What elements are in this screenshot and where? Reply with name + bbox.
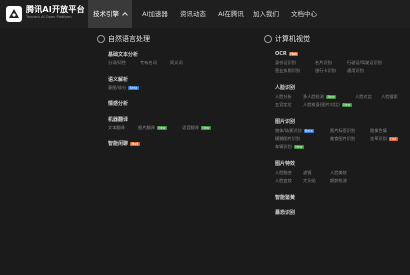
- item-text-translation[interactable]: 文本翻译: [108, 125, 125, 131]
- item-speech-translation-label: 语音翻译: [182, 125, 199, 130]
- cat-porn-filter[interactable]: 智能鉴黄: [275, 194, 295, 201]
- nav-ai-accelerator[interactable]: AI加速器: [138, 0, 172, 28]
- item-image-translation-label: 图片翻译: [138, 125, 155, 130]
- cat-image-recognition[interactable]: 图片识别: [275, 118, 295, 125]
- cv-icon: [264, 35, 272, 43]
- item-porn-detect[interactable]: 图像色情: [370, 128, 387, 134]
- new-badge: New: [341, 102, 352, 107]
- item-image-tag[interactable]: 图片标签识别: [330, 128, 355, 134]
- item-general-ocr[interactable]: 通用识别: [347, 68, 364, 74]
- item-sticker[interactable]: 大头贴: [303, 178, 316, 184]
- nav-join-us[interactable]: 加入我们: [251, 0, 281, 28]
- new-badge: New: [293, 144, 304, 149]
- item-flower-detect[interactable]: 花草识别 Hot: [370, 136, 398, 142]
- item-synonym[interactable]: 同义词: [170, 60, 183, 66]
- nlp-icon: [97, 35, 105, 43]
- item-vehicle-detect-label: 车辆识别: [275, 144, 292, 149]
- item-intent[interactable]: 意图/成分 Beta: [108, 85, 139, 91]
- item-image-translation[interactable]: 图片翻译 New: [138, 125, 167, 131]
- item-segmentation[interactable]: 分词/词性: [108, 60, 126, 66]
- cat-smart-chat[interactable]: 智能闲聊 Hot: [108, 140, 140, 147]
- item-face-transform[interactable]: 人脸变妆: [275, 178, 292, 184]
- item-object-scene[interactable]: 物体/场景识别 Beta: [275, 128, 315, 134]
- cat-smart-chat-label: 智能闲聊: [108, 141, 129, 147]
- item-vehicle-detect[interactable]: 车辆识别 New: [275, 144, 304, 150]
- brand-subtitle: Tencent AI Open Platform: [26, 15, 72, 19]
- item-driver-license[interactable]: 行驶证/驾驶证识别: [347, 60, 382, 66]
- cat-basic-text-analysis[interactable]: 基础文本分析: [108, 51, 138, 58]
- item-business-card[interactable]: 名片识别: [315, 60, 332, 66]
- hot-badge: Hot: [130, 141, 140, 146]
- item-landmark[interactable]: 五官定位: [275, 102, 292, 108]
- item-flower-detect-label: 花草识别: [370, 136, 387, 141]
- item-multi-face-detect[interactable]: 多人脸检测 New: [303, 94, 337, 100]
- item-object-scene-label: 物体/场景识别: [275, 128, 302, 133]
- top-navigation-bar: 腾讯AI开放平台 Tencent AI Open Platform 技术引擎 A…: [0, 0, 410, 28]
- new-badge: New: [325, 94, 337, 99]
- item-speech-translation[interactable]: 语音翻译 New: [182, 125, 211, 131]
- item-face-compare[interactable]: 人脸对比: [355, 94, 372, 100]
- item-face-search[interactable]: 人脸搜索: [381, 94, 398, 100]
- tencent-ai-logo-icon: [6, 6, 22, 22]
- cv-title: 计算机视觉: [275, 35, 310, 43]
- item-id-card[interactable]: 身份证识别: [275, 60, 296, 66]
- item-face-verify-label: 人脸核身(图片对比): [303, 102, 340, 107]
- beta-badge: Beta: [303, 128, 315, 133]
- beta-badge: Beta: [128, 85, 139, 90]
- item-intent-label: 意图/成分: [108, 85, 127, 90]
- item-food-detect[interactable]: 美食图片识别: [330, 136, 355, 142]
- brand-logo[interactable]: 腾讯AI开放平台 Tencent AI Open Platform: [5, 4, 85, 24]
- new-badge: New: [200, 125, 211, 130]
- cat-ocr[interactable]: OCR Hot: [275, 51, 299, 57]
- cat-image-effects[interactable]: 图片特效: [275, 160, 295, 167]
- nav-tech-engine[interactable]: 技术引擎: [88, 0, 132, 28]
- nlp-title: 自然语言处理: [108, 35, 150, 43]
- item-multi-face-detect-label: 多人脸检测: [303, 94, 324, 99]
- nav-tech-engine-label: 技术引擎: [93, 10, 119, 18]
- item-bank-card[interactable]: 银行卡识别: [315, 68, 336, 74]
- nav-news[interactable]: 资讯动态: [176, 0, 210, 28]
- new-badge: New: [156, 125, 167, 130]
- cat-sentiment-analysis[interactable]: 情感分析: [108, 100, 128, 107]
- item-face-merge[interactable]: 人脸融合: [275, 170, 292, 176]
- cat-machine-translation[interactable]: 机器翻译: [108, 116, 128, 123]
- hot-badge: Hot: [388, 136, 398, 141]
- cat-ocr-label: OCR: [275, 51, 287, 57]
- cat-terror-detect[interactable]: 暴恐识别: [275, 209, 295, 216]
- item-age-detect[interactable]: 颜龄检测: [330, 178, 347, 184]
- chevron-up-icon: [122, 12, 128, 18]
- brand-name: 腾讯AI开放平台: [26, 5, 85, 14]
- item-face-makeup[interactable]: 人脸美妆: [330, 170, 347, 176]
- item-proper-noun[interactable]: 专有名词: [140, 60, 157, 66]
- hot-badge: Hot: [288, 51, 299, 56]
- nav-ai-in-tencent[interactable]: AI在腾讯: [214, 0, 248, 28]
- item-face-analysis[interactable]: 人脸分析: [275, 94, 292, 100]
- item-filter[interactable]: 滤镜: [303, 170, 311, 176]
- cat-face-recognition[interactable]: 人脸识别: [275, 84, 295, 91]
- item-business-license[interactable]: 营业执照识别: [275, 68, 300, 74]
- nav-docs[interactable]: 文档中心: [287, 0, 321, 28]
- item-face-verify[interactable]: 人脸核身(图片对比) New: [303, 102, 352, 108]
- cat-semantic-parsing[interactable]: 语义解析: [108, 76, 128, 83]
- item-blur-detect[interactable]: 模糊图片识别: [275, 136, 300, 142]
